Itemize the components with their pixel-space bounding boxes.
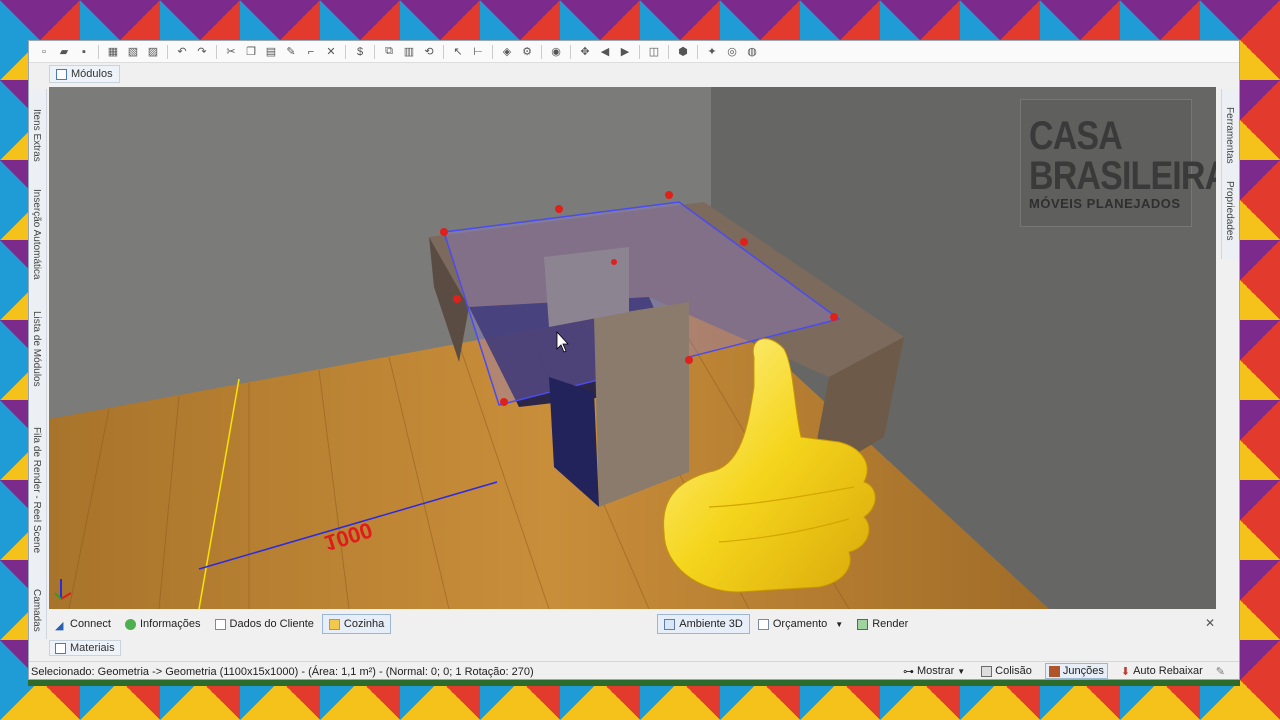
brush-icon[interactable]: ✎ — [282, 44, 300, 60]
printer-icon[interactable]: ▨ — [144, 44, 162, 60]
app-window: ▫ ▰ ▪ ▦ ▧ ▨ ↶ ↷ ✂ ❐ ▤ ✎ ⌐ ✕ $ ⧉ ▥ ⟲ ↖ ⊢ … — [28, 40, 1240, 680]
panel-ferramentas[interactable]: Ferramentas — [1224, 107, 1235, 164]
junction-icon — [1048, 665, 1060, 677]
center-column — [594, 302, 689, 507]
open-folder-icon[interactable]: ▰ — [55, 44, 73, 60]
selection-status-text: Selecionado: Geometria -> Geometria (110… — [31, 665, 534, 678]
tab-ambiente-3d-label: Ambiente 3D — [679, 618, 743, 630]
rss-icon: ◢ — [55, 619, 64, 632]
logo-line1: CASA — [1029, 113, 1123, 158]
colisao-button[interactable]: Colisão — [978, 664, 1035, 678]
cursor-select-icon[interactable]: ↖ — [449, 44, 467, 60]
casa-brasileira-logo: CASA BRASILEIRA MÓVEIS PLANEJADOS — [1020, 99, 1216, 227]
format-icon[interactable]: ⌐ — [302, 44, 320, 60]
colisao-label: Colisão — [995, 665, 1032, 677]
mostrar-label: Mostrar — [916, 665, 955, 677]
delete-icon[interactable]: ✕ — [322, 44, 340, 60]
main-toolbar: ▫ ▰ ▪ ▦ ▧ ▨ ↶ ↷ ✂ ❐ ▤ ✎ ⌐ ✕ $ ⧉ ▥ ⟲ ↖ ⊢ … — [29, 41, 1239, 63]
camera-move-icon[interactable]: ✥ — [576, 44, 594, 60]
tab-materiais[interactable]: Materiais — [49, 640, 121, 656]
tab-connect[interactable]: ◢ Connect — [49, 614, 117, 634]
copy-icon[interactable]: ❐ — [242, 44, 260, 60]
paste-icon[interactable]: ▤ — [262, 44, 280, 60]
logo-line2: BRASILEIRA — [1029, 153, 1216, 198]
view-icon[interactable]: ◫ — [645, 44, 663, 60]
collision-icon — [981, 665, 993, 677]
tab-modulos-label: Módulos — [71, 68, 113, 80]
tab-ambiente-3d[interactable]: Ambiente 3D — [657, 614, 750, 634]
tab-render-label: Render — [872, 618, 909, 630]
close-icon[interactable]: ✕ — [1205, 616, 1215, 630]
eye-icon[interactable]: ◉ — [547, 44, 565, 60]
tab-cozinha-label: Cozinha — [343, 618, 385, 630]
arrow-right-icon[interactable]: ▶ — [616, 44, 634, 60]
materials-icon — [55, 642, 66, 654]
bottom-tab-bar: ◢ Connect Informações Dados do Cliente C… — [49, 613, 1216, 635]
folder-icon — [328, 618, 340, 630]
status-tools: ⊶ Mostrar ▼ Colisão Junções ⬇ Auto Rebai… — [900, 661, 1225, 681]
rotate-icon[interactable]: ⟲ — [420, 44, 438, 60]
tab-informacoes[interactable]: Informações — [119, 614, 207, 634]
align-icon[interactable]: ▥ — [400, 44, 418, 60]
logo-line3: MÓVEIS PLANEJADOS — [1029, 195, 1181, 211]
juncoes-label: Junções — [1062, 665, 1104, 677]
render-settings-icon[interactable]: ◎ — [723, 44, 741, 60]
panel-itens-extras[interactable]: Itens Extras — [31, 109, 42, 162]
juncoes-button[interactable]: Junções — [1044, 663, 1108, 679]
group-icon[interactable]: ⧉ — [380, 44, 398, 60]
right-panel-strip: Ferramentas Propriedades — [1221, 89, 1239, 259]
globe-icon — [124, 618, 136, 630]
tab-dados-cliente[interactable]: Dados do Cliente — [209, 614, 320, 634]
print-preview-icon[interactable]: ▧ — [124, 44, 142, 60]
tab-render[interactable]: Render — [851, 614, 914, 634]
panel-lista-modulos[interactable]: Lista de Módulos — [31, 311, 42, 387]
3d-viewport[interactable]: 1000 CASA BRASILEIRA MÓVEIS PLANEJADOS — [49, 87, 1216, 609]
document-icon — [214, 618, 226, 630]
binoculars-icon: ⊶ — [902, 665, 914, 678]
budget-icon — [757, 618, 769, 630]
light-settings-icon[interactable]: ⚙ — [518, 44, 536, 60]
cut-icon[interactable]: ✂ — [222, 44, 240, 60]
image-3d-icon — [664, 618, 676, 630]
tab-orcamento-label: Orçamento — [772, 618, 828, 630]
panel-insercao-automatica[interactable]: Inserção Automática — [31, 189, 42, 280]
auto-rebaixar-label: Auto Rebaixar — [1133, 665, 1203, 677]
wrench-icon[interactable]: ✎ — [1216, 665, 1225, 678]
render-icon — [857, 618, 869, 630]
cube-icon[interactable]: ⬢ — [674, 44, 692, 60]
undo-icon[interactable]: ↶ — [173, 44, 191, 60]
new-file-icon[interactable]: ▫ — [35, 44, 53, 60]
tab-dados-cliente-label: Dados do Cliente — [229, 618, 314, 630]
print-icon[interactable]: ▦ — [104, 44, 122, 60]
render-output-icon[interactable]: ◍ — [743, 44, 761, 60]
mostrar-button[interactable]: ⊶ Mostrar ▼ — [900, 664, 968, 679]
save-icon[interactable]: ▪ — [75, 44, 93, 60]
tab-informacoes-label: Informações — [139, 618, 201, 630]
panel-fila-render[interactable]: Fila de Render - Reel Scene — [31, 427, 42, 553]
chevron-down-icon: ▼ — [957, 666, 966, 676]
light-icon[interactable]: ◈ — [498, 44, 516, 60]
tab-materiais-label: Materiais — [70, 642, 115, 654]
tab-cozinha[interactable]: Cozinha — [321, 614, 392, 634]
arrow-left-icon[interactable]: ◀ — [596, 44, 614, 60]
magic-wand-icon[interactable]: ✦ — [703, 44, 721, 60]
left-panel-strip: Itens Extras Inserção Automática Lista d… — [29, 89, 47, 639]
auto-rebaixar-button[interactable]: ⬇ Auto Rebaixar — [1118, 664, 1206, 679]
redo-icon[interactable]: ↷ — [193, 44, 211, 60]
tab-connect-label: Connect — [70, 618, 111, 630]
chevron-down-icon[interactable]: ▼ — [835, 620, 843, 629]
dollar-icon[interactable]: $ — [351, 44, 369, 60]
tab-modulos[interactable]: Módulos — [49, 65, 120, 83]
measure-icon[interactable]: ⊢ — [469, 44, 487, 60]
tab-orcamento[interactable]: Orçamento ▼ — [752, 614, 849, 634]
panel-propriedades[interactable]: Propriedades — [1224, 181, 1235, 240]
panel-camadas[interactable]: Camadas — [31, 589, 42, 632]
bottom-accent-bar — [28, 680, 1240, 686]
lower-icon: ⬇ — [1120, 665, 1131, 678]
modules-icon — [56, 68, 67, 80]
